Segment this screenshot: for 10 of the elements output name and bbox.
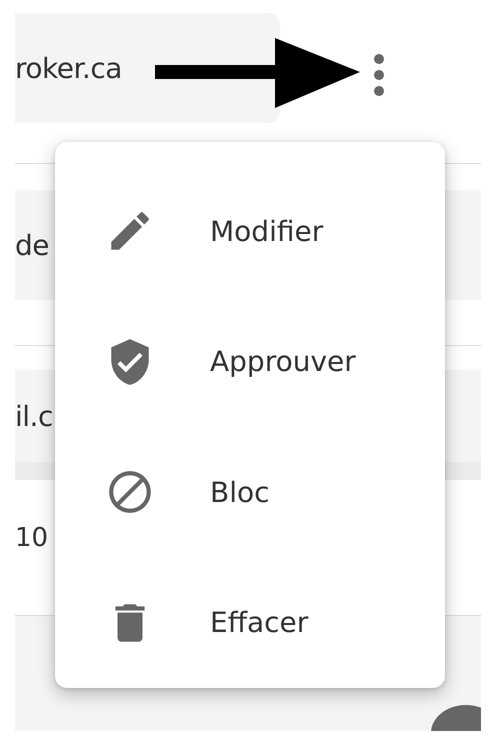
menu-item[interactable]: Effacer [55, 558, 445, 688]
text-field[interactable]: roker.ca [15, 13, 280, 123]
menu-item[interactable]: Bloc [55, 427, 445, 558]
field-value: de [15, 228, 49, 262]
field-value: roker.ca [15, 52, 122, 84]
table-cell: 10 [15, 522, 48, 552]
more-options-icon[interactable] [372, 53, 386, 97]
menu-item[interactable]: Approuver [55, 296, 445, 427]
menu-item[interactable]: Modifier [55, 166, 445, 296]
field-value: il.c [15, 400, 53, 432]
